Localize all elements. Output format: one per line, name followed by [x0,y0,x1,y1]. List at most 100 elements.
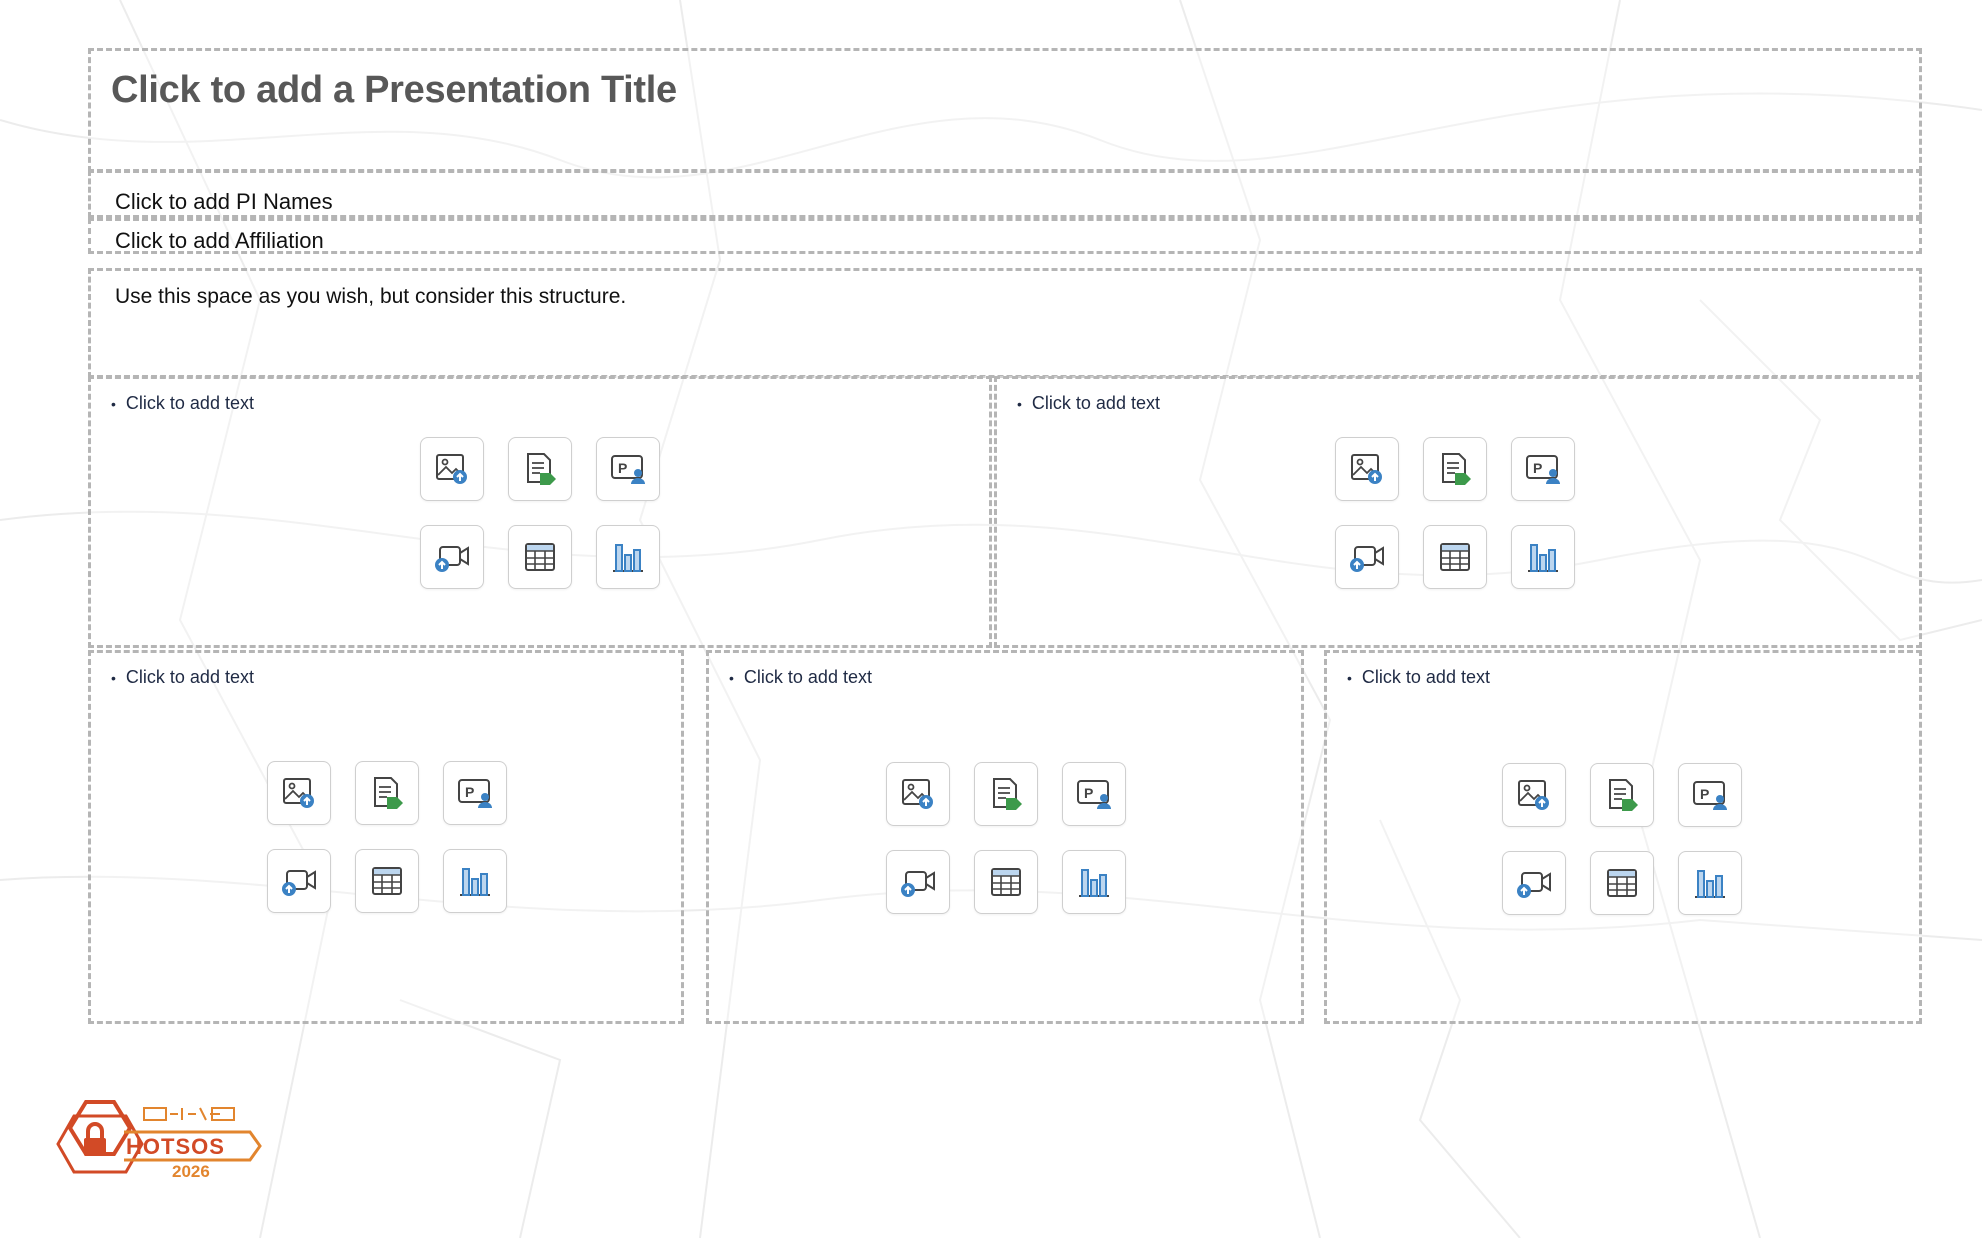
insert-table-icon [1602,863,1642,903]
insert-icon-grid: P [420,437,660,589]
description-text[interactable]: Use this space as you wish, but consider… [115,285,626,309]
insert-table-icon [367,861,407,901]
insert-cameo-button[interactable]: P [1678,763,1742,827]
insert-picture-icon [1347,449,1387,489]
insert-video-icon [432,537,472,577]
insert-table-button[interactable] [355,849,419,913]
insert-chart-button[interactable] [1062,850,1126,914]
insert-chart-button[interactable] [1678,851,1742,915]
insert-document-icon [520,449,560,489]
insert-icon-grid: P [1502,763,1742,915]
insert-icon-grid: P [1335,437,1575,589]
insert-icon-grid: P [267,761,507,913]
svg-text:P: P [1533,460,1542,476]
insert-chart-button[interactable] [1511,525,1575,589]
insert-picture-button[interactable] [420,437,484,501]
insert-picture-icon [1514,775,1554,815]
bullet-dot: • [111,395,116,412]
bullet-dot: • [1347,669,1352,686]
insert-picture-button[interactable] [1335,437,1399,501]
insert-video-button[interactable] [886,850,950,914]
logo-name: HOTSOS [126,1134,225,1159]
insert-document-button[interactable] [974,762,1038,826]
bullet-text[interactable]: Click to add text [126,393,254,414]
insert-cameo-button[interactable]: P [596,437,660,501]
content-placeholder-1[interactable]: • Click to add text P [88,376,992,648]
bullet-item[interactable]: • Click to add text [111,667,254,688]
insert-table-icon [520,537,560,577]
insert-document-icon [986,774,1026,814]
insert-video-icon [1514,863,1554,903]
insert-cameo-icon: P [1523,449,1563,489]
insert-table-icon [986,862,1026,902]
bullet-text[interactable]: Click to add text [744,667,872,688]
svg-text:P: P [465,784,474,800]
bullet-item[interactable]: • Click to add text [729,667,872,688]
affiliation-text[interactable]: Click to add Affiliation [115,229,324,253]
insert-picture-button[interactable] [267,761,331,825]
insert-cameo-icon: P [1074,774,1114,814]
affiliation-placeholder[interactable]: Click to add Affiliation [88,218,1922,254]
insert-video-button[interactable] [1335,525,1399,589]
bullet-item[interactable]: • Click to add text [111,393,254,414]
bullet-item[interactable]: • Click to add text [1017,393,1160,414]
insert-chart-icon [1690,863,1730,903]
insert-chart-icon [1523,537,1563,577]
insert-icon-grid: P [886,762,1126,914]
content-placeholder-4[interactable]: • Click to add text P [706,650,1304,1024]
svg-text:P: P [1084,785,1093,801]
insert-video-icon [898,862,938,902]
content-placeholder-3[interactable]: • Click to add text P [88,650,684,1024]
bullet-text[interactable]: Click to add text [126,667,254,688]
insert-picture-icon [898,774,938,814]
insert-document-button[interactable] [1590,763,1654,827]
bullet-text[interactable]: Click to add text [1362,667,1490,688]
insert-document-button[interactable] [508,437,572,501]
insert-video-button[interactable] [420,525,484,589]
insert-document-button[interactable] [1423,437,1487,501]
insert-chart-icon [455,861,495,901]
insert-table-button[interactable] [1423,525,1487,589]
logo-year: 2026 [172,1162,210,1181]
svg-text:P: P [1700,786,1709,802]
bullet-text[interactable]: Click to add text [1032,393,1160,414]
content-placeholder-5[interactable]: • Click to add text P [1324,650,1922,1024]
presentation-title[interactable]: Click to add a Presentation Title [111,69,677,112]
bullet-dot: • [1017,395,1022,412]
insert-table-button[interactable] [1590,851,1654,915]
insert-chart-icon [1074,862,1114,902]
insert-document-button[interactable] [355,761,419,825]
insert-picture-button[interactable] [1502,763,1566,827]
description-placeholder[interactable]: Use this space as you wish, but consider… [88,268,1922,378]
insert-cameo-button[interactable]: P [443,761,507,825]
content-placeholder-2[interactable]: • Click to add text P [994,376,1922,648]
insert-document-icon [1602,775,1642,815]
svg-text:P: P [618,460,627,476]
insert-video-icon [279,861,319,901]
insert-document-icon [1435,449,1475,489]
insert-video-button[interactable] [267,849,331,913]
insert-video-button[interactable] [1502,851,1566,915]
insert-cameo-button[interactable]: P [1511,437,1575,501]
insert-cameo-icon: P [455,773,495,813]
insert-chart-button[interactable] [443,849,507,913]
insert-chart-icon [608,537,648,577]
insert-cameo-icon: P [608,449,648,489]
bullet-dot: • [729,669,734,686]
bullet-item[interactable]: • Click to add text [1347,667,1490,688]
pi-names-text[interactable]: Click to add PI Names [115,189,333,215]
hotsos-logo: HOTSOS 2026 [54,1098,264,1186]
insert-table-button[interactable] [974,850,1038,914]
title-placeholder[interactable]: Click to add a Presentation Title [88,48,1922,172]
insert-document-icon [367,773,407,813]
insert-cameo-icon: P [1690,775,1730,815]
insert-picture-icon [432,449,472,489]
insert-cameo-button[interactable]: P [1062,762,1126,826]
insert-chart-button[interactable] [596,525,660,589]
pi-names-placeholder[interactable]: Click to add PI Names [88,170,1922,218]
bullet-dot: • [111,669,116,686]
insert-table-icon [1435,537,1475,577]
insert-table-button[interactable] [508,525,572,589]
insert-picture-button[interactable] [886,762,950,826]
insert-picture-icon [279,773,319,813]
